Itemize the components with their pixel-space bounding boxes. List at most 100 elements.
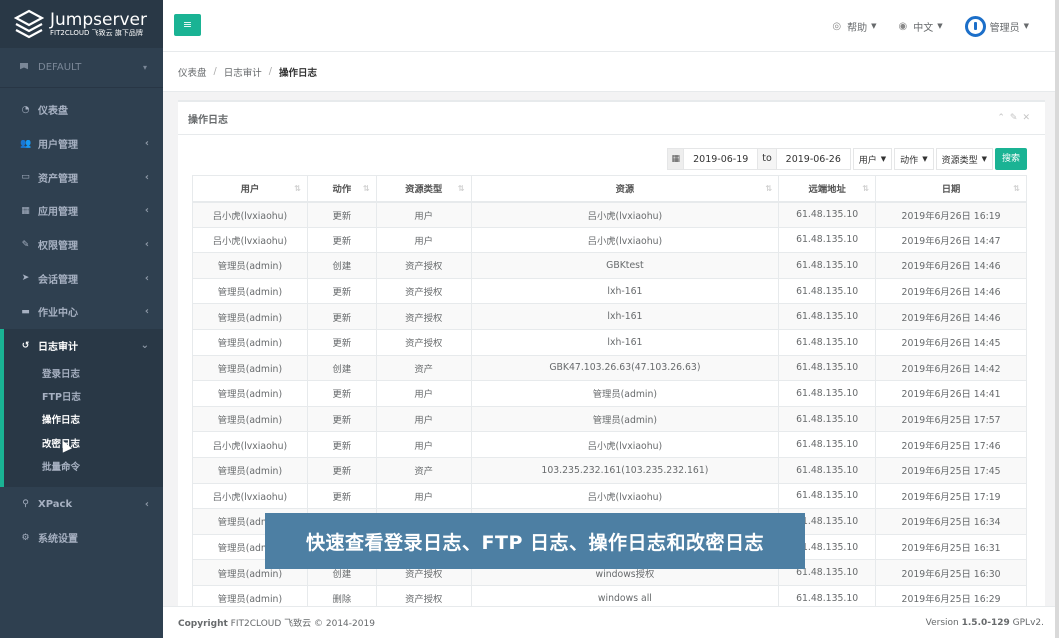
close-icon[interactable]: ✕ (1022, 113, 1035, 123)
table-row[interactable]: 吕小虎(lvxiaohu) 更新 用户 吕小虎(lvxiaohu) 61.48.135.… (192, 226, 1027, 254)
search-button[interactable]: 搜索 (994, 148, 1027, 170)
brand[interactable]: Jumpserver FIT2CLOUD 飞致云 旗下品牌 (0, 0, 163, 48)
cell-action: 更新 (306, 303, 377, 330)
user-filter-select[interactable]: 用户 ▼ (852, 148, 893, 170)
apps-icon: ▦ (21, 205, 30, 216)
sidebar: Jumpserver FIT2CLOUD 飞致云 旗下品牌 DEFAULT ▾ … (0, 0, 163, 638)
cell-remote-addr: 61.48.135.10 (778, 354, 877, 382)
table-row[interactable]: 管理员(admin) 更新 用户 管理员(admin) 61.48.135.10 2019… (192, 405, 1027, 433)
panel-title: 操作日志 (188, 114, 228, 126)
column-header-resource[interactable]: 资源 ⇅ (470, 175, 780, 203)
version-label: Version (925, 617, 959, 628)
action-filter-select[interactable]: 动作 ▼ (894, 148, 934, 170)
column-header-resource-type[interactable]: 资源类型 ⇅ (375, 175, 472, 203)
table-row[interactable]: 管理员(admin) 更新 资产授权 lxh-161 61.48.135.10 2019年… (192, 328, 1027, 356)
table-row[interactable]: 管理员(admin) 更新 用户 管理员(admin) 61.48.135.10 2019… (192, 380, 1027, 407)
column-header-date[interactable]: 日期 ⇅ (875, 175, 1027, 203)
cell-action: 更新 (306, 201, 377, 228)
resource-type-filter-select[interactable]: 资源类型 ▼ (935, 148, 993, 170)
cell-date: 2019年6月26日 14:42 (875, 354, 1027, 382)
user-menu[interactable]: 管理员 ▼ (964, 15, 1029, 37)
nav-item-users[interactable]: 👥 用户管理 ‹ (0, 127, 163, 161)
wrench-icon[interactable]: ✎ (1010, 113, 1023, 123)
nav-item-ops[interactable]: ▬ 作业中心 ‹ (0, 295, 163, 329)
cell-date: 2019年6月26日 14:47 (875, 226, 1027, 254)
column-header-action[interactable]: 动作 ⇅ (306, 175, 377, 203)
chevron-down-icon: ⌄ (140, 340, 149, 352)
sub-item-ftp-log[interactable]: FTP日志 (4, 386, 163, 409)
audits-icon: ↺ (21, 340, 30, 351)
cell-resource-type: 用户 (375, 482, 472, 510)
caret-down-icon: ▼ (922, 155, 928, 163)
window-edge (1055, 0, 1059, 638)
version-number: 1.5.0-129 (961, 617, 1010, 628)
sub-item-batch-command[interactable]: 批量命令 (4, 456, 163, 479)
date-from-input[interactable]: 2019-06-19 (683, 148, 759, 170)
cell-resource-type: 资产授权 (375, 277, 472, 305)
cell-resource: 103.235.232.161(103.235.232.161) (470, 456, 780, 484)
nav-item-xpack[interactable]: ⚲ XPack ‹ (0, 487, 163, 521)
table-row[interactable]: 吕小虎(lvxiaohu) 更新 用户 吕小虎(lvxiaohu) 61.48.135.… (192, 431, 1027, 458)
dashboard-icon: ◔ (21, 104, 30, 115)
nav-item-perms[interactable]: ✎ 权限管理 ‹ (0, 228, 163, 262)
chevron-left-icon: ‹ (144, 171, 149, 183)
nav-item-settings[interactable]: ⚙ 系统设置 (0, 521, 163, 555)
caret-down-icon: ▼ (880, 155, 887, 163)
cell-remote-addr: 61.48.135.10 (778, 405, 877, 433)
cell-resource-type: 资产授权 (375, 303, 472, 330)
nav-item-assets[interactable]: ▭ 资产管理 ‹ (0, 160, 163, 194)
table-row[interactable]: 吕小虎(lvxiaohu) 更新 用户 吕小虎(lvxiaohu) 61.48.135.… (192, 201, 1027, 228)
breadcrumb-parent[interactable]: 日志审计 (224, 65, 262, 79)
nav-item-dashboard[interactable]: ◔ 仪表盘 (0, 93, 163, 127)
chevron-left-icon: ‹ (144, 138, 149, 150)
nav-item-sessions[interactable]: ➤ 会话管理 ‹ (0, 261, 163, 295)
sub-item-operate-log[interactable]: 操作日志 (4, 409, 163, 432)
sort-icon: ⇅ (1013, 184, 1020, 193)
table-row[interactable]: 管理员(admin) 更新 资产授权 lxh-161 61.48.135.10 2019年… (192, 277, 1027, 305)
caret-down-icon: ▼ (937, 22, 943, 30)
users-icon: 👥 (20, 138, 32, 149)
cell-resource-type: 用户 (375, 405, 472, 433)
nav-label: 作业中心 (38, 308, 78, 320)
cell-date: 2019年6月26日 14:46 (875, 252, 1027, 279)
menu-toggle-button[interactable]: ≡ (174, 14, 201, 36)
user-label: 管理员 (989, 22, 1020, 34)
cell-date: 2019年6月25日 16:30 (875, 559, 1027, 586)
cell-user: 管理员(admin) (192, 303, 308, 330)
cell-resource-type: 资产 (375, 354, 472, 382)
language-menu[interactable]: ◉ 中文 ▼ (898, 19, 942, 34)
nav-item-audits[interactable]: ↺ 日志审计 ⌄ (4, 329, 163, 363)
nav-label: 资产管理 (38, 173, 78, 185)
cell-resource-type: 用户 (375, 226, 472, 254)
org-selector[interactable]: DEFAULT ▾ (0, 48, 163, 88)
breadcrumb-home[interactable]: 仪表盘 (178, 65, 207, 79)
license-text: GPLv2. (1012, 617, 1044, 628)
cell-remote-addr: 61.48.135.10 (778, 431, 877, 458)
copyright-text: FIT2CLOUD 飞致云 © 2014-2019 (230, 619, 375, 629)
cell-user: 管理员(admin) (192, 354, 308, 382)
table-row[interactable]: 管理员(admin) 更新 资产授权 lxh-161 61.48.135.10 2019年… (192, 303, 1027, 330)
nav-item-apps[interactable]: ▦ 应用管理 ‹ (0, 194, 163, 228)
table-row[interactable]: 管理员(admin) 创建 资产 GBK47.103.26.63(47.103.26.… (192, 354, 1027, 382)
sort-icon: ⇅ (363, 184, 370, 193)
caret-down-icon: ▼ (871, 22, 877, 30)
sub-item-login-log[interactable]: 登录日志 (4, 363, 163, 386)
cell-resource-type: 用户 (375, 431, 472, 458)
sub-item-password-log[interactable]: 改密日志 (4, 433, 163, 456)
cell-date: 2019年6月25日 16:31 (875, 533, 1027, 561)
table-row[interactable]: 管理员(admin) 创建 资产授权 GBKtest 61.48.135.10 2019年… (192, 252, 1027, 279)
help-menu[interactable]: ◎ 帮助 ▼ (832, 19, 876, 34)
cell-resource: 管理员(admin) (470, 380, 780, 407)
cell-resource-type: 用户 (375, 380, 472, 407)
table-row[interactable]: 管理员(admin) 更新 资产 103.235.232.161(103.235.23… (192, 456, 1027, 484)
cell-remote-addr: 61.48.135.10 (778, 277, 877, 305)
column-header-user[interactable]: 用户 ⇅ (192, 175, 308, 203)
column-header-remote-addr[interactable]: 远端地址 ⇅ (778, 175, 877, 203)
cell-user: 吕小虎(lvxiaohu) (192, 431, 308, 458)
table-row[interactable]: 吕小虎(lvxiaohu) 更新 用户 吕小虎(lvxiaohu) 61.48.135.… (192, 482, 1027, 510)
cell-remote-addr: 61.48.135.10 (778, 328, 877, 356)
date-to-input[interactable]: 2019-06-26 (775, 148, 851, 170)
nav-label: 仪表盘 (38, 106, 68, 118)
cell-date: 2019年6月25日 17:19 (875, 482, 1027, 510)
collapse-icon[interactable]: ⌃ (997, 113, 1010, 123)
